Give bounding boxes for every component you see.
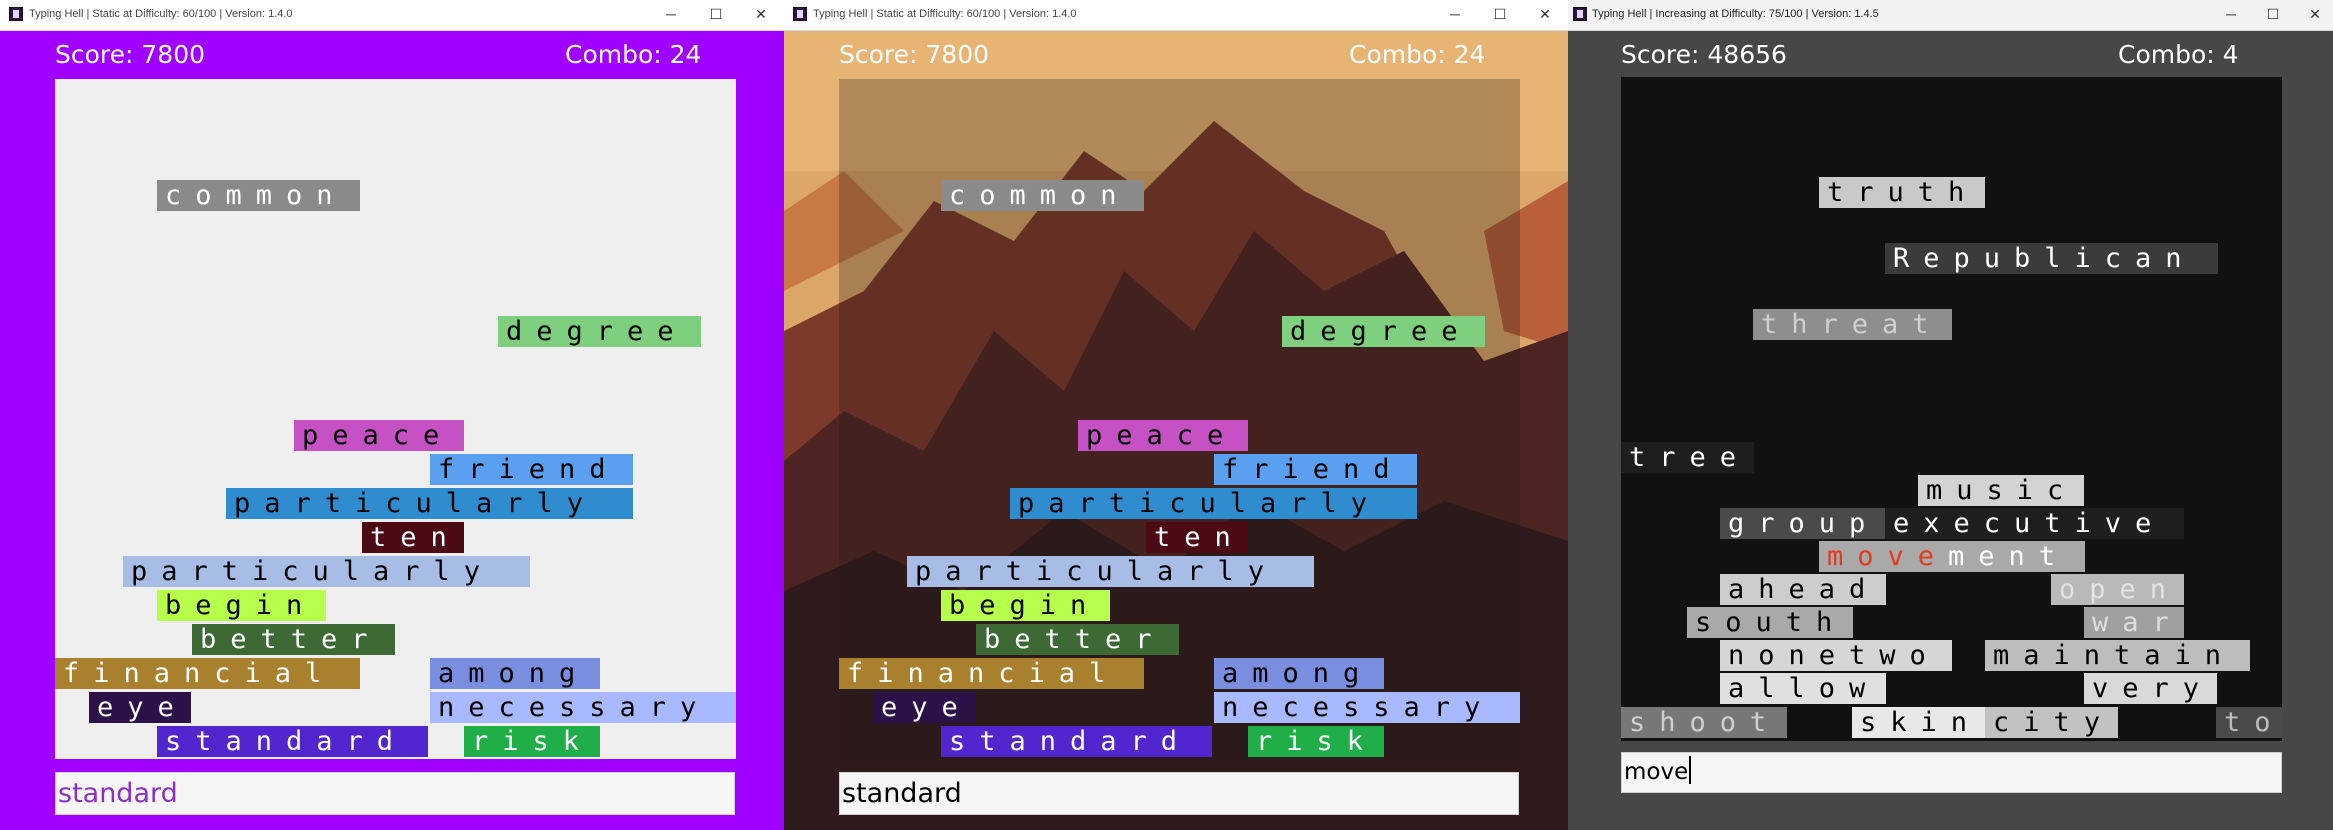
falling-word: to	[2216, 707, 2282, 738]
falling-word: tree	[1621, 442, 1754, 473]
typed-prefix: move	[1827, 541, 1949, 572]
minimize-icon[interactable]: ─	[2220, 4, 2242, 24]
title-bar[interactable]: Typing Hell | Static at Difficulty: 60/1…	[0, 0, 784, 31]
window-title: Typing Hell | Increasing at Difficulty: …	[1592, 8, 1879, 20]
text-caret	[1689, 756, 1692, 784]
close-icon[interactable]: ✕	[2304, 4, 2326, 24]
minimize-icon[interactable]: ─	[660, 4, 682, 24]
app-icon	[1573, 7, 1587, 21]
maximize-icon[interactable]: ☐	[2262, 4, 2284, 24]
minimize-icon[interactable]: ─	[1444, 4, 1466, 24]
falling-word: particularly	[226, 488, 633, 519]
game-window-1: Typing Hell | Static at Difficulty: 60/1…	[0, 0, 784, 830]
typing-input[interactable]: move	[1621, 752, 2282, 793]
falling-word: war	[2084, 607, 2184, 638]
score-label: Score: 7800	[839, 40, 990, 69]
typing-input-text: move	[1624, 759, 1689, 785]
falling-word: standard	[157, 726, 428, 757]
falling-word: eye	[89, 692, 191, 723]
falling-word: risk	[1248, 726, 1384, 757]
falling-word: degree	[498, 316, 701, 347]
window-title: Typing Hell | Static at Difficulty: 60/1…	[29, 8, 293, 20]
falling-word: better	[976, 624, 1179, 655]
falling-word: friend	[1214, 454, 1417, 485]
falling-word: necessary	[430, 692, 736, 723]
falling-word: movement	[1819, 541, 2085, 572]
falling-word: among	[430, 658, 600, 689]
falling-word: ten	[1146, 522, 1248, 553]
falling-word: south	[1687, 607, 1853, 638]
falling-word: common	[941, 180, 1144, 211]
combo-label: Combo: 4	[2118, 40, 2239, 69]
app-icon	[9, 7, 23, 21]
falling-word: ahead	[1720, 574, 1886, 605]
word-field: common degree peace friend particularly …	[55, 79, 736, 759]
falling-word: executive	[1885, 508, 2184, 539]
falling-word: ten	[362, 522, 464, 553]
falling-word: shoot	[1621, 707, 1787, 738]
typing-input[interactable]: standard	[55, 772, 735, 815]
falling-word: city	[1985, 707, 2118, 738]
combo-label: Combo: 24	[565, 40, 702, 69]
falling-word: truth	[1819, 177, 1985, 208]
falling-word: financial	[55, 658, 360, 689]
falling-word: particularly	[907, 556, 1314, 587]
close-icon[interactable]: ✕	[1534, 4, 1556, 24]
falling-word: skin	[1852, 707, 1985, 738]
remaining-letters: ment	[1948, 541, 2070, 572]
title-bar[interactable]: Typing Hell | Static at Difficulty: 60/1…	[784, 0, 1568, 31]
maximize-icon[interactable]: ☐	[1489, 4, 1511, 24]
falling-word: particularly	[1010, 488, 1417, 519]
falling-word: nonetwo	[1720, 640, 1952, 671]
typing-input-text: standard	[842, 778, 962, 809]
maximize-icon[interactable]: ☐	[705, 4, 727, 24]
close-icon[interactable]: ✕	[750, 4, 772, 24]
falling-word: particularly	[123, 556, 530, 587]
falling-word: peace	[1078, 420, 1248, 451]
title-bar[interactable]: Typing Hell | Increasing at Difficulty: …	[1568, 0, 2333, 31]
falling-word: necessary	[1214, 692, 1520, 723]
falling-word: peace	[294, 420, 464, 451]
falling-word: maintain	[1985, 640, 2250, 671]
falling-word: open	[2051, 574, 2184, 605]
falling-word: group	[1720, 508, 1886, 539]
falling-word: begin	[157, 590, 326, 621]
falling-word: very	[2084, 673, 2217, 704]
falling-word: friend	[430, 454, 633, 485]
game-window-2: Typing Hell | Static at Difficulty: 60/1…	[784, 0, 1568, 830]
falling-word: better	[192, 624, 395, 655]
word-field: truth Republican threat tree music group…	[1621, 77, 2282, 741]
falling-word: begin	[941, 590, 1110, 621]
falling-word: allow	[1720, 673, 1886, 704]
falling-word: Republican	[1885, 243, 2218, 274]
score-label: Score: 7800	[55, 40, 206, 69]
falling-word: standard	[941, 726, 1212, 757]
app-icon	[793, 7, 807, 21]
typing-input-text: standard	[58, 778, 178, 809]
falling-word: threat	[1753, 309, 1952, 340]
falling-word: eye	[873, 692, 975, 723]
word-field: common degree peace friend particularly …	[839, 79, 1520, 759]
falling-word: financial	[839, 658, 1144, 689]
falling-word: music	[1918, 475, 2084, 506]
falling-word: among	[1214, 658, 1384, 689]
falling-word: degree	[1282, 316, 1485, 347]
score-label: Score: 48656	[1621, 40, 1787, 69]
game-window-3: Typing Hell | Increasing at Difficulty: …	[1568, 0, 2333, 830]
falling-word: common	[157, 180, 360, 211]
falling-word: risk	[464, 726, 600, 757]
window-title: Typing Hell | Static at Difficulty: 60/1…	[813, 8, 1077, 20]
combo-label: Combo: 24	[1349, 40, 1486, 69]
typing-input[interactable]: standard	[839, 772, 1519, 815]
